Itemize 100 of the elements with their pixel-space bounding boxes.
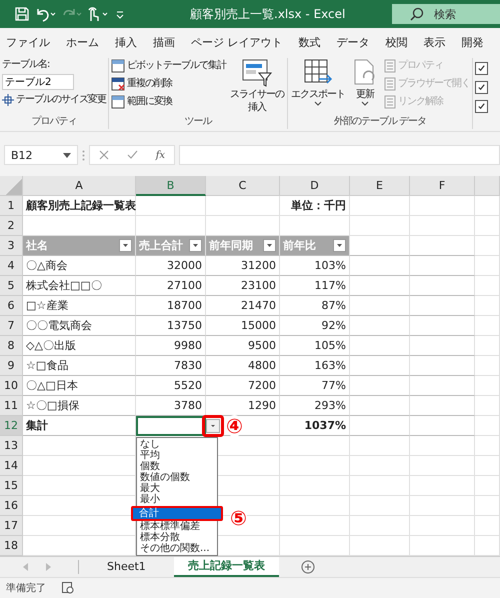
- checkbox[interactable]: [475, 81, 488, 94]
- row-header[interactable]: 13: [0, 436, 23, 456]
- row-header[interactable]: 9: [0, 356, 23, 376]
- table-cell: [410, 236, 475, 256]
- menu-item[interactable]: その他の関数...: [137, 542, 217, 554]
- name-box[interactable]: B12: [4, 145, 78, 165]
- ribbon-button[interactable]: エクスポート: [290, 58, 346, 106]
- checkbox[interactable]: [475, 100, 488, 113]
- column-title: 前年比: [283, 238, 316, 253]
- row-header[interactable]: 14: [0, 456, 23, 476]
- column-header[interactable]: D: [280, 176, 350, 196]
- menu-tab[interactable]: 数式: [290, 34, 328, 50]
- menu-tab[interactable]: 表示: [416, 34, 454, 50]
- sheet-tab[interactable]: 売上記録一覧表: [174, 557, 279, 577]
- insert-function-button[interactable]: fx: [156, 150, 166, 160]
- pivot-icon: [111, 59, 125, 73]
- column-header[interactable]: E: [350, 176, 410, 196]
- add-sheet-icon[interactable]: [300, 560, 315, 574]
- checkbox[interactable]: [475, 62, 488, 75]
- menu-tab[interactable]: ファイル: [0, 34, 58, 50]
- menu-item[interactable]: 個数: [137, 461, 217, 472]
- column-header[interactable]: B: [136, 176, 206, 196]
- ribbon-button[interactable]: 更新: [349, 58, 381, 106]
- table-cell: 117%: [280, 276, 350, 296]
- save-icon[interactable]: [14, 6, 30, 22]
- menu-item[interactable]: 標本分散: [137, 532, 217, 543]
- browser-icon: [384, 77, 396, 91]
- menu-tab[interactable]: 開発: [454, 34, 492, 50]
- row-header[interactable]: 3: [0, 236, 23, 256]
- formula-field[interactable]: [179, 145, 500, 165]
- search-field[interactable]: 検索: [392, 4, 500, 24]
- column-header[interactable]: F: [410, 176, 475, 196]
- menu-tab[interactable]: ページ レイアウト: [183, 34, 290, 50]
- row-header[interactable]: 18: [0, 536, 23, 556]
- row-header[interactable]: 7: [0, 316, 23, 336]
- table-cell: [350, 456, 410, 476]
- table-cell: [350, 356, 410, 376]
- table-cell: 77%: [280, 376, 350, 396]
- menu-item[interactable]: 最大: [137, 483, 217, 494]
- row-header[interactable]: 10: [0, 376, 23, 396]
- table-name-field[interactable]: テーブル2: [2, 74, 74, 90]
- table-cell: 23100: [206, 276, 280, 296]
- filter-button[interactable]: [263, 239, 276, 252]
- menu-item[interactable]: なし: [137, 439, 217, 450]
- row-header[interactable]: 12: [0, 416, 23, 436]
- window-title: 顧客別売上一覧.xlsx - Excel: [190, 6, 346, 22]
- column-title: 社名: [26, 238, 48, 253]
- touch-mode-icon[interactable]: [86, 6, 110, 22]
- table-cell: [410, 196, 475, 216]
- menu-item[interactable]: 合計: [131, 506, 223, 521]
- table-cell: [475, 256, 500, 276]
- row-header[interactable]: 16: [0, 496, 23, 516]
- table-cell: [410, 476, 475, 496]
- menu-item[interactable]: 最小: [137, 494, 217, 506]
- insert-slicer-button[interactable]: スライサーの 挿入: [229, 58, 285, 114]
- menu-tab[interactable]: 描画: [145, 34, 183, 50]
- row-header[interactable]: 1: [0, 196, 23, 216]
- dropdown-button[interactable]: [202, 415, 224, 437]
- cancel-icon[interactable]: [98, 150, 109, 160]
- check-icon: [477, 83, 486, 92]
- column-header[interactable]: C: [206, 176, 280, 196]
- table-cell: [475, 276, 500, 296]
- ribbon-button[interactable]: 重複の削除: [111, 76, 226, 92]
- row-header[interactable]: 2: [0, 216, 23, 236]
- table-cell: [475, 336, 500, 356]
- table-cell: [410, 316, 475, 336]
- table-cell: 13750: [136, 316, 206, 336]
- menu-item[interactable]: 数値の個数: [137, 472, 217, 484]
- menu-tab[interactable]: ホーム: [58, 34, 107, 50]
- row-header[interactable]: 11: [0, 396, 23, 416]
- table-cell: [475, 376, 500, 396]
- table-cell: 〇△□日本: [23, 376, 136, 396]
- row-header[interactable]: 4: [0, 256, 23, 276]
- filter-button[interactable]: [119, 239, 132, 252]
- menu-item[interactable]: 標本標準偏差: [137, 520, 217, 532]
- filter-button[interactable]: [189, 239, 202, 252]
- filter-button[interactable]: [333, 239, 346, 252]
- row-header[interactable]: 5: [0, 276, 23, 296]
- row-header[interactable]: 6: [0, 296, 23, 316]
- table-cell: [410, 276, 475, 296]
- row-header[interactable]: 17: [0, 516, 23, 536]
- table-cell: 集計: [23, 416, 136, 436]
- resize-table-button[interactable]: テーブルのサイズ変更: [2, 92, 106, 108]
- table-cell: 32000: [136, 256, 206, 276]
- enter-icon[interactable]: [126, 150, 138, 160]
- macro-record-icon[interactable]: [62, 582, 74, 594]
- menu-tab[interactable]: データ: [328, 34, 378, 50]
- row-header[interactable]: 8: [0, 336, 23, 356]
- table-cell: 87%: [280, 296, 350, 316]
- sheet-tab[interactable]: Sheet1: [93, 558, 160, 576]
- row-header[interactable]: 15: [0, 476, 23, 496]
- ribbon-button[interactable]: 範囲に変換: [111, 94, 226, 110]
- table-cell: [410, 396, 475, 416]
- menu-tab[interactable]: 挿入: [107, 34, 145, 50]
- ribbon-button[interactable]: ピボットテーブルで集計: [111, 58, 226, 74]
- menu-tab[interactable]: 校閲: [378, 34, 416, 50]
- table-cell: [410, 356, 475, 376]
- menu-item[interactable]: 平均: [137, 450, 217, 462]
- table-cell: [410, 516, 475, 536]
- column-header[interactable]: A: [23, 176, 136, 196]
